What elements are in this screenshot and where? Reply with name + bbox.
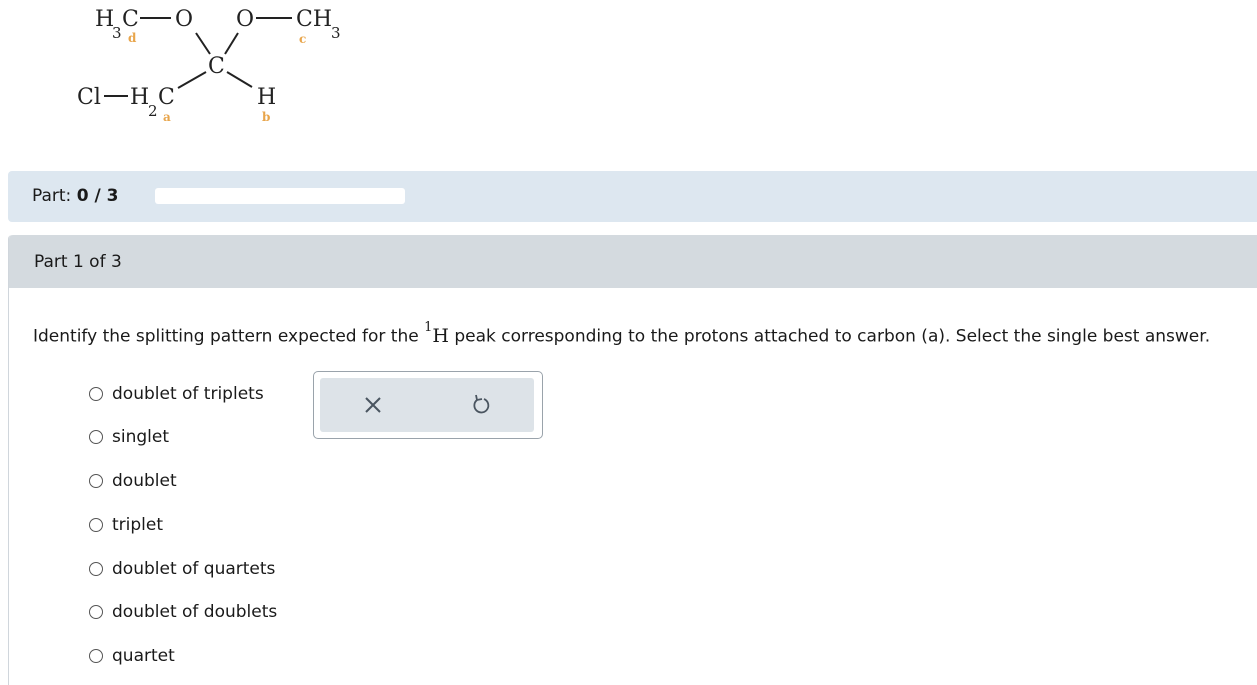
oxygen-left: O [175, 7, 193, 32]
answer-tools-inner [320, 378, 534, 432]
radio-button[interactable] [89, 605, 103, 619]
ch3-c: CH [296, 7, 332, 32]
oxygen-right: O [236, 7, 254, 32]
part-header: Part 1 of 3 [9, 235, 1257, 288]
h3c-d-c: C [122, 7, 139, 32]
option-doublet[interactable]: doublet [89, 469, 177, 493]
radio-button[interactable] [89, 474, 103, 488]
option-label: doublet [112, 471, 177, 491]
part-card: Part 1 of 3 Identify the splitting patte… [8, 235, 1257, 685]
bond-center-ch2 [177, 71, 207, 89]
close-icon [365, 397, 381, 413]
question-after: peak corresponding to the protons attach… [448, 326, 1211, 347]
h2c-sub: 2 [148, 102, 158, 120]
bond-o-right-center [224, 32, 239, 55]
part-progress-text: Part: 0 / 3 [32, 186, 118, 206]
option-label: singlet [112, 427, 169, 447]
molecule-structure: H 3 C O d O CH 3 c C Cl H 2 C a H b [60, 0, 380, 135]
progress-track [155, 188, 405, 204]
h2c-h: H [130, 85, 149, 110]
option-doublet-of-doublets[interactable]: doublet of doublets [89, 600, 277, 624]
question-nucleus: H [432, 324, 449, 347]
option-label: doublet of triplets [112, 384, 264, 404]
radio-button[interactable] [89, 649, 103, 663]
option-quartet[interactable]: quartet [89, 644, 175, 668]
option-doublet-of-triplets[interactable]: doublet of triplets [89, 382, 264, 406]
option-label: doublet of quartets [112, 559, 276, 579]
label-c: c [299, 32, 306, 46]
option-doublet-of-quartets[interactable]: doublet of quartets [89, 557, 275, 581]
answer-tools [313, 371, 543, 439]
radio-button[interactable] [89, 430, 103, 444]
central-carbon: C [208, 54, 225, 79]
reset-button[interactable] [468, 392, 494, 418]
bond-o-left-center [195, 32, 211, 55]
part-header-title: Part 1 of 3 [34, 252, 122, 272]
label-d: d [128, 31, 137, 45]
radio-button[interactable] [89, 518, 103, 532]
ch3-c-sub: 3 [331, 24, 341, 42]
option-label: triplet [112, 515, 164, 535]
label-a: a [163, 110, 171, 124]
question-before: Identify the splitting pattern expected … [33, 326, 425, 347]
part-label: Part: [32, 186, 72, 206]
bond-center-h [226, 71, 253, 88]
h2c-c: C [158, 85, 175, 110]
option-singlet[interactable]: singlet [89, 425, 169, 449]
radio-button[interactable] [89, 562, 103, 576]
option-triplet[interactable]: triplet [89, 513, 163, 537]
radio-button[interactable] [89, 387, 103, 401]
undo-icon [473, 394, 490, 414]
hydrogen-b: H [257, 85, 276, 110]
option-label: doublet of doublets [112, 602, 278, 622]
clear-button[interactable] [360, 392, 386, 418]
part-progress-count: 0 / 3 [76, 186, 119, 206]
label-b: b [262, 110, 270, 124]
h3c-d-sub: 3 [112, 24, 122, 42]
part-progress-bar: Part: 0 / 3 [8, 171, 1257, 222]
chlorine: Cl [77, 85, 101, 110]
option-label: quartet [112, 646, 175, 666]
question-text: Identify the splitting pattern expected … [33, 320, 1211, 347]
